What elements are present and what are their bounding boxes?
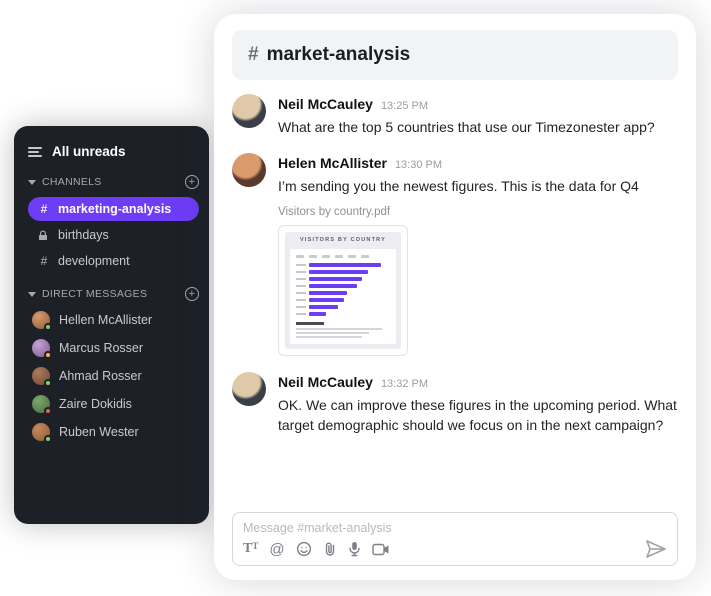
message-time: 13:30 PM bbox=[395, 158, 442, 174]
emoji-icon[interactable] bbox=[296, 541, 312, 557]
presence-icon bbox=[44, 435, 52, 443]
avatar bbox=[32, 339, 50, 357]
message-time: 13:25 PM bbox=[381, 99, 428, 115]
message: Neil McCauley 13:25 PM What are the top … bbox=[232, 94, 678, 137]
avatar bbox=[32, 367, 50, 385]
channels-section-label: CHANNELS bbox=[42, 176, 102, 188]
message-text: I’m sending you the newest figures. This… bbox=[278, 176, 678, 196]
avatar bbox=[232, 94, 266, 128]
avatar bbox=[32, 395, 50, 413]
message-text: OK. We can improve these figures in the … bbox=[278, 395, 678, 436]
dm-item[interactable]: Ahmad Rosser bbox=[28, 365, 199, 387]
presence-icon bbox=[44, 379, 52, 387]
sidebar: All unreads CHANNELS + # marketing-analy… bbox=[14, 126, 209, 524]
attachment-filename: Visitors by country.pdf bbox=[278, 204, 678, 221]
message-time: 13:32 PM bbox=[381, 377, 428, 393]
dm-name: Ahmad Rosser bbox=[59, 369, 142, 383]
dms-section-label: DIRECT MESSAGES bbox=[42, 288, 147, 300]
channel-title: market-analysis bbox=[267, 44, 411, 66]
chat-header[interactable]: # market-analysis bbox=[232, 30, 678, 80]
chart-bars bbox=[296, 263, 390, 316]
message: Helen McAllister 13:30 PM I’m sending yo… bbox=[232, 153, 678, 356]
avatar bbox=[232, 372, 266, 406]
channel-list: # marketing-analysis birthdays # develop… bbox=[28, 197, 199, 273]
attachment-card[interactable]: VISITORS BY COUNTRY bbox=[278, 225, 408, 356]
dm-list: Hellen McAllister Marcus Rosser Ahmad Ro… bbox=[28, 309, 199, 443]
message-list: Neil McCauley 13:25 PM What are the top … bbox=[232, 94, 678, 512]
message-composer: TT @ bbox=[232, 512, 678, 566]
add-channel-button[interactable]: + bbox=[185, 175, 199, 189]
avatar bbox=[232, 153, 266, 187]
sidebar-channel-birthdays[interactable]: birthdays bbox=[28, 223, 199, 247]
message-author: Neil McCauley bbox=[278, 94, 373, 114]
send-button[interactable] bbox=[645, 539, 667, 559]
chart-thumbnail bbox=[290, 249, 396, 344]
mic-icon[interactable] bbox=[348, 541, 361, 557]
presence-icon bbox=[44, 323, 52, 331]
dm-name: Hellen McAllister bbox=[59, 313, 152, 327]
message-author: Helen McAllister bbox=[278, 153, 387, 173]
dm-name: Ruben Wester bbox=[59, 425, 139, 439]
avatar bbox=[32, 311, 50, 329]
sidebar-channel-development[interactable]: # development bbox=[28, 249, 199, 273]
hash-icon: # bbox=[38, 202, 50, 216]
dm-item[interactable]: Ruben Wester bbox=[28, 421, 199, 443]
video-icon[interactable] bbox=[372, 543, 390, 556]
hash-icon: # bbox=[38, 254, 50, 268]
channels-section-header[interactable]: CHANNELS + bbox=[28, 175, 199, 189]
all-unreads[interactable]: All unreads bbox=[28, 144, 199, 159]
message: Neil McCauley 13:32 PM OK. We can improv… bbox=[232, 372, 678, 436]
add-dm-button[interactable]: + bbox=[185, 287, 199, 301]
all-unreads-label: All unreads bbox=[52, 144, 126, 159]
presence-icon bbox=[44, 407, 52, 415]
dm-name: Marcus Rosser bbox=[59, 341, 143, 355]
list-icon bbox=[28, 147, 42, 157]
message-text: What are the top 5 countries that use ou… bbox=[278, 117, 678, 137]
dm-item[interactable]: Marcus Rosser bbox=[28, 337, 199, 359]
sidebar-channel-marketing-analysis[interactable]: # marketing-analysis bbox=[28, 197, 199, 221]
avatar bbox=[32, 423, 50, 441]
dm-item[interactable]: Zaire Dokidis bbox=[28, 393, 199, 415]
dm-item[interactable]: Hellen McAllister bbox=[28, 309, 199, 331]
lock-icon bbox=[38, 230, 50, 241]
chat-panel: # market-analysis Neil McCauley 13:25 PM… bbox=[214, 14, 696, 580]
attachment-title: VISITORS BY COUNTRY bbox=[290, 237, 396, 245]
mention-icon[interactable]: @ bbox=[269, 541, 284, 558]
attach-icon[interactable] bbox=[323, 541, 337, 557]
hash-icon: # bbox=[248, 44, 259, 66]
channel-label: marketing-analysis bbox=[58, 202, 171, 216]
chevron-down-icon bbox=[28, 180, 36, 185]
format-icon[interactable]: TT bbox=[243, 541, 258, 557]
message-author: Neil McCauley bbox=[278, 372, 373, 392]
message-input[interactable] bbox=[243, 519, 667, 539]
chevron-down-icon bbox=[28, 292, 36, 297]
channel-label: birthdays bbox=[58, 228, 109, 242]
presence-icon bbox=[44, 351, 52, 359]
dms-section-header[interactable]: DIRECT MESSAGES + bbox=[28, 287, 199, 301]
dm-name: Zaire Dokidis bbox=[59, 397, 132, 411]
channel-label: development bbox=[58, 254, 130, 268]
